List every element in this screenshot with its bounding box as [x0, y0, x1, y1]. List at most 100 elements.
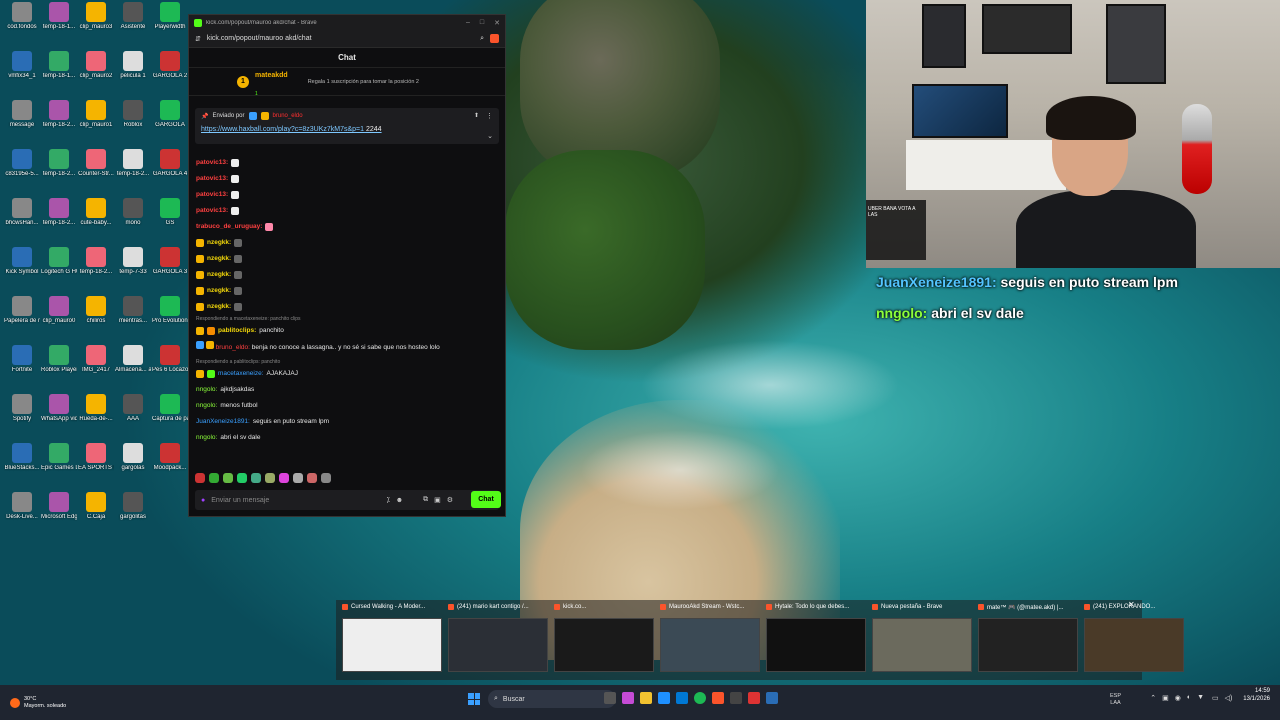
chat-input-placeholder[interactable]: Enviar un mensaje — [211, 497, 380, 504]
emote-icon[interactable] — [279, 473, 289, 483]
brave-icon[interactable] — [712, 692, 724, 704]
obs-icon[interactable] — [730, 692, 742, 704]
language-indicator[interactable]: ESP LAA — [1110, 693, 1121, 707]
desktop-icon[interactable]: clip_mauro1 — [78, 100, 114, 129]
desktop-icon[interactable]: gargolitas — [115, 492, 151, 521]
desktop-icon[interactable]: Pro Evolution Soccer 6 — [152, 296, 188, 325]
microphone-icon[interactable]: ● — [201, 497, 205, 504]
pinned-link[interactable]: https://www.haxball.com/play?c=8z3UKz7kM… — [201, 126, 493, 133]
site-info-icon[interactable]: ⇵ — [195, 35, 201, 43]
message-username[interactable]: macetaxeneize: — [218, 370, 264, 378]
chevron-up-icon[interactable]: ⌃ — [1150, 694, 1156, 702]
pinned-user[interactable]: bruno_eldo — [273, 113, 303, 119]
emote-icon[interactable] — [237, 473, 247, 483]
steam-icon[interactable] — [766, 692, 778, 704]
message-username[interactable]: nngolo: — [196, 386, 217, 394]
close-icon[interactable]: ✕ — [1128, 600, 1135, 609]
desktop-icon[interactable]: AAA — [115, 394, 151, 423]
spotify-icon[interactable] — [694, 692, 706, 704]
translate-icon[interactable]: ⁒ — [387, 496, 390, 504]
file-explorer-icon[interactable] — [640, 692, 652, 704]
brave-shields-icon[interactable] — [490, 34, 499, 43]
message-username[interactable]: nngolo: — [196, 434, 217, 442]
desktop-icon[interactable]: Epic Games Launcher — [41, 443, 77, 472]
desktop-icon[interactable]: mientras... — [115, 296, 151, 325]
chevron-down-icon[interactable]: ⌄ — [487, 132, 493, 140]
message-username[interactable]: bruno_eldo: — [216, 344, 250, 351]
window-preview[interactable]: mate™ 🎮 (@matee.akd) |... — [976, 600, 1080, 672]
message-username[interactable]: pablitoclips: — [218, 327, 256, 335]
desktop-icon[interactable]: Moodpack... — [152, 443, 188, 472]
desktop-icon[interactable]: cute-baby... — [78, 198, 114, 227]
emoji-icon[interactable]: ☻ — [396, 497, 403, 504]
emote-icon[interactable] — [265, 473, 275, 483]
desktop-icon[interactable]: chiliros — [78, 296, 114, 325]
desktop-icon[interactable]: IMG_2417 — [78, 345, 114, 374]
desktop-icon[interactable]: GARGOLA 2 — [152, 51, 188, 80]
desktop-icon[interactable]: EA SPORTS FC™ 26 — [78, 443, 114, 472]
tray-app-icon[interactable]: ▼ — [1197, 694, 1204, 702]
desktop-icon[interactable]: bhcwsHan... — [4, 198, 40, 227]
desktop-icon[interactable]: BlueStacks... — [4, 443, 40, 472]
message-username[interactable]: patovic13: — [196, 159, 228, 167]
more-options-icon[interactable]: ⋮ — [486, 112, 493, 120]
message-username[interactable]: nzegkk: — [207, 255, 231, 263]
window-preview[interactable]: Cursed Walking - A Moder... — [340, 600, 444, 672]
desktop-icon[interactable]: C.Caja — [78, 492, 114, 521]
emote-icon[interactable] — [195, 473, 205, 483]
store-icon[interactable] — [676, 692, 688, 704]
message-username[interactable]: nngolo: — [196, 402, 217, 410]
task-view-icon[interactable] — [604, 692, 616, 704]
edge-icon[interactable] — [658, 692, 670, 704]
desktop-icon[interactable]: gargolas — [115, 443, 151, 472]
desktop-icon[interactable]: Captura de pantalla ... — [152, 394, 188, 423]
desktop-icon[interactable]: Almacena... automatic... — [115, 345, 151, 374]
desktop-icon[interactable]: cod.fondos — [4, 2, 40, 31]
weather-widget[interactable]: 30°C Mayorm. soleado — [10, 685, 66, 720]
message-username[interactable]: nzegkk: — [207, 303, 231, 311]
desktop-icon[interactable]: temp-18-1... — [41, 51, 77, 80]
url-text[interactable]: kick.com/popout/mauroo akd/chat — [207, 35, 474, 42]
desktop-icon[interactable]: c83195e-5... — [4, 149, 40, 178]
message-username[interactable]: trabuco_de_uruguay: — [196, 223, 262, 231]
emote-icon[interactable] — [251, 473, 261, 483]
browser-titlebar[interactable]: kick.com/popout/mauroo akd/chat - Brave … — [189, 15, 505, 30]
desktop-icon[interactable]: clip_mauro0 — [41, 296, 77, 325]
desktop-icon[interactable]: Roblox — [115, 100, 151, 129]
desktop-icon[interactable]: clip_mauro2 — [78, 51, 114, 80]
message-username[interactable]: JuanXeneize1891: — [196, 418, 250, 426]
emote-icon[interactable] — [307, 473, 317, 483]
desktop-icon[interactable]: temp-7-33 — [115, 247, 151, 276]
desktop-icon[interactable]: Playerwidth — [152, 2, 188, 31]
unpin-icon[interactable]: ⬆ — [474, 112, 479, 119]
desktop-icon[interactable]: GARGOLA 4 — [152, 149, 188, 178]
leader-username[interactable]: mateakdd — [255, 72, 288, 79]
desktop-icon[interactable]: temp-18-2... — [115, 149, 151, 178]
desktop-icon[interactable]: WhatsApp video 2025-... — [41, 394, 77, 423]
gear-icon[interactable]: ⚙ — [447, 496, 453, 504]
desktop-icon[interactable]: Rueda-de-... — [78, 394, 114, 423]
desktop-icon[interactable]: GARGOLA — [152, 100, 188, 129]
desktop-icon[interactable]: mono — [115, 198, 151, 227]
status-icons[interactable]: ▭ ◁) — [1212, 694, 1232, 702]
address-bar[interactable]: ⇵ kick.com/popout/mauroo akd/chat ⌕ — [189, 30, 505, 48]
desktop-icon[interactable]: GARGOLA 3 — [152, 247, 188, 276]
browser-window[interactable]: kick.com/popout/mauroo akd/chat - Brave … — [188, 14, 506, 517]
emote-icon[interactable] — [223, 473, 233, 483]
desktop-icon[interactable]: temp-18-1... — [41, 2, 77, 31]
desktop-icon[interactable]: Desk-Live... — [4, 492, 40, 521]
desktop-icon[interactable]: vmfix34_1 — [4, 51, 40, 80]
emote-icon[interactable] — [293, 473, 303, 483]
emote-icon[interactable] — [209, 473, 219, 483]
message-username[interactable]: patovic13: — [196, 191, 228, 199]
chat-input[interactable]: ● Enviar un mensaje ⁒ ☻ ⧉ ▣ ⚙ Chat — [195, 490, 501, 510]
desktop-icon[interactable]: temp-18-2... — [41, 149, 77, 178]
taskbar-search[interactable]: ⌕ Buscar — [488, 690, 616, 708]
zoom-icon[interactable]: ⌕ — [480, 35, 484, 43]
window-preview[interactable]: kick.co... — [552, 600, 656, 672]
send-chat-button[interactable]: Chat — [471, 491, 501, 508]
tray-app-icon[interactable]: ◉ — [1175, 694, 1181, 702]
window-preview[interactable]: (241) mario kart contigo /... — [446, 600, 550, 672]
desktop-icon[interactable]: clip_mauro3 — [78, 2, 114, 31]
desktop-icon[interactable]: Pes 6 Locazos — [152, 345, 188, 374]
